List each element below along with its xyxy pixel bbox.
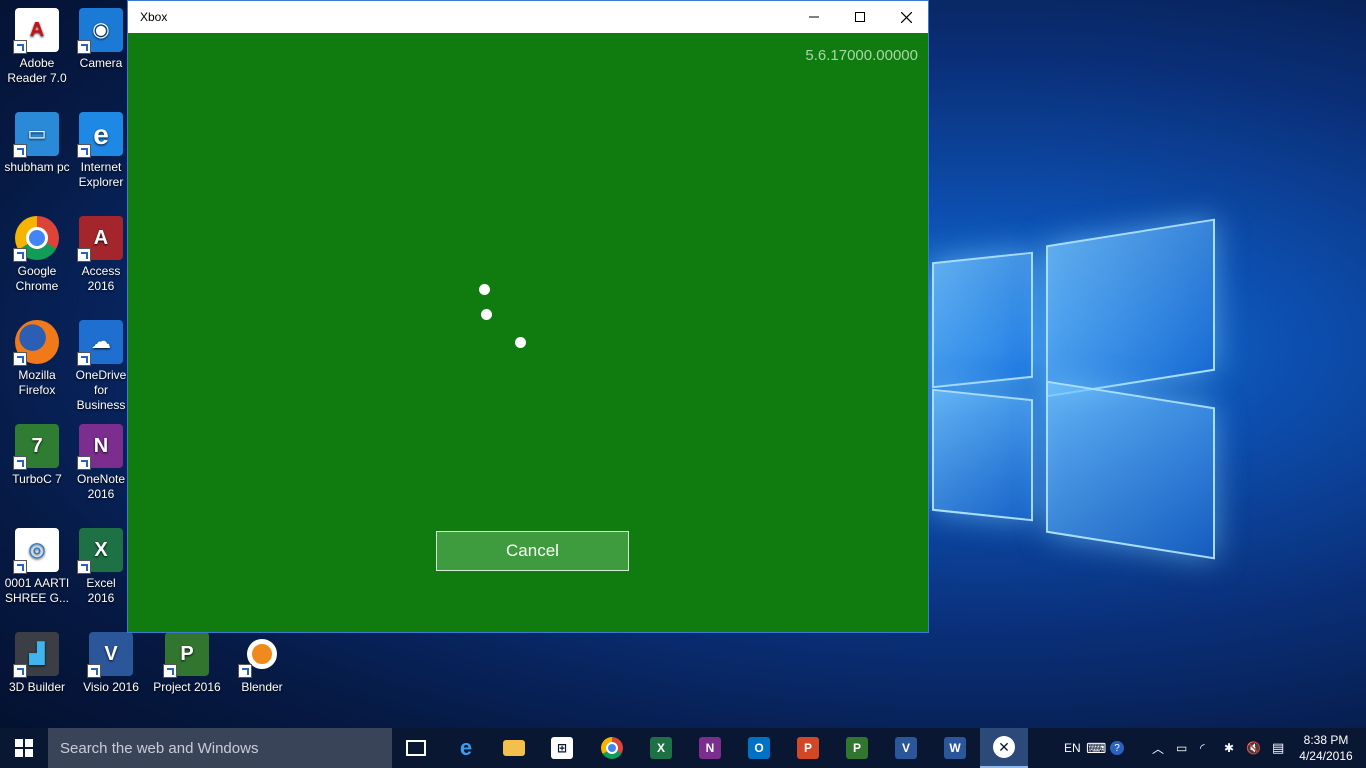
maximize-icon (855, 12, 865, 22)
chevron-up-icon[interactable]: ︿ (1152, 728, 1164, 768)
chrome-icon (601, 737, 623, 759)
windows-logo-pane (1046, 218, 1215, 398)
word-icon: W (944, 737, 966, 759)
onedrive-icon: ☁ (77, 320, 123, 366)
clock-date: 4/24/2016 (1299, 749, 1353, 763)
minimize-button[interactable] (791, 1, 837, 33)
loading-dot (481, 309, 492, 320)
taskbar-outlook[interactable]: O (735, 728, 783, 768)
taskbar-project[interactable]: P (833, 728, 881, 768)
windows-logo-pane (932, 388, 1033, 522)
project-icon: P (846, 737, 868, 759)
powerpoint-icon: P (797, 737, 819, 759)
onenote-icon: N (699, 737, 721, 759)
firefox-icon (13, 320, 59, 366)
battery-icon[interactable]: ▭ (1176, 728, 1187, 768)
edge-icon: e (459, 735, 473, 760)
desktop-icon-chrome[interactable]: Google Chrome (0, 208, 74, 294)
xbox-window: Xbox 5.6.17000.00000 Cancel (127, 0, 929, 633)
store-icon: ⊞ (551, 737, 573, 759)
title-bar[interactable]: Xbox (128, 1, 928, 33)
excel-icon: X (77, 528, 123, 574)
loading-dot (479, 284, 490, 295)
desktop-icon-onedrive[interactable]: ☁ OneDrive for Business (74, 312, 128, 413)
desktop-icon-access[interactable]: A Access 2016 (74, 208, 128, 294)
loading-dot (515, 337, 526, 348)
close-icon (900, 11, 912, 23)
turboc-icon: 7 (13, 424, 59, 470)
version-label: 5.6.17000.00000 (805, 47, 918, 64)
computer-icon: ▭ (13, 112, 59, 158)
window-title: Xbox (140, 10, 168, 24)
taskbar-excel[interactable]: X (637, 728, 685, 768)
windows-logo-pane (1046, 380, 1215, 560)
desktop-icon-document[interactable]: ◎ 0001 AARTI SHREE G... (0, 520, 74, 606)
desktop-icon-project[interactable]: P Project 2016 (150, 624, 224, 695)
taskbar-onenote[interactable]: N (686, 728, 734, 768)
3d-builder-icon: ▟ (13, 632, 59, 678)
desktop-icon-internet-explorer[interactable]: e Internet Explorer (74, 104, 128, 190)
desktop-icon-camera[interactable]: ◉ Camera (74, 0, 128, 71)
maximize-button[interactable] (837, 1, 883, 33)
internet-explorer-icon: e (77, 112, 123, 158)
start-button[interactable] (0, 728, 48, 768)
project-icon: P (163, 632, 209, 678)
desktop-icon-visio[interactable]: V Visio 2016 (74, 624, 148, 695)
volume-muted-icon[interactable]: 🔇 (1246, 728, 1261, 768)
bluetooth-icon[interactable]: ✱ (1224, 728, 1234, 768)
taskbar-word[interactable]: W (931, 728, 979, 768)
desktop-icon-adobe-reader[interactable]: A Adobe Reader 7.0 (0, 0, 74, 86)
desktop-icon-firefox[interactable]: Mozilla Firefox (0, 312, 74, 398)
wifi-icon[interactable]: ◜ (1200, 728, 1205, 768)
taskbar-visio[interactable]: V (882, 728, 930, 768)
search-box[interactable]: Search the web and Windows (48, 728, 392, 768)
blender-icon (238, 632, 284, 678)
visio-icon: V (87, 632, 133, 678)
desktop-icon-this-pc[interactable]: ▭ shubham pc (0, 104, 74, 175)
task-view-button[interactable] (392, 728, 440, 768)
taskbar-file-explorer[interactable] (490, 728, 538, 768)
taskbar: Search the web and Windows e ⊞ X N O P P… (0, 728, 1366, 768)
onenote-icon: N (77, 424, 123, 470)
task-view-icon (406, 740, 426, 756)
taskbar-chrome[interactable] (588, 728, 636, 768)
action-center-icon[interactable]: ▤ (1272, 728, 1284, 768)
windows-start-icon (15, 739, 33, 757)
chrome-icon (13, 216, 59, 262)
clock[interactable]: 8:38 PM 4/24/2016 (1294, 732, 1358, 764)
desktop-icon-excel[interactable]: X Excel 2016 (74, 520, 128, 606)
help-icon[interactable]: ? (1110, 728, 1124, 768)
cancel-button[interactable]: Cancel (436, 531, 629, 571)
visio-icon: V (895, 737, 917, 759)
keyboard-icon[interactable]: ⌨ (1086, 728, 1106, 768)
taskbar-xbox[interactable]: ✕ (980, 728, 1028, 768)
taskbar-store[interactable]: ⊞ (538, 728, 586, 768)
xbox-icon: ✕ (993, 736, 1015, 758)
desktop-icon-blender[interactable]: Blender (225, 624, 299, 695)
desktop-icon-onenote[interactable]: N OneNote 2016 (74, 416, 128, 502)
file-explorer-icon (503, 740, 525, 756)
access-icon: A (77, 216, 123, 262)
windows-logo-pane (932, 251, 1033, 389)
adobe-reader-icon: A (13, 8, 59, 54)
outlook-icon: O (748, 737, 770, 759)
desktop-icon-turboc[interactable]: 7 TurboC 7 (0, 416, 74, 487)
minimize-icon (809, 16, 819, 18)
camera-icon: ◉ (77, 8, 123, 54)
taskbar-powerpoint[interactable]: P (784, 728, 832, 768)
desktop-icon-3d-builder[interactable]: ▟ 3D Builder (0, 624, 74, 695)
close-button[interactable] (883, 1, 929, 33)
language-indicator[interactable]: EN (1064, 728, 1081, 768)
excel-icon: X (650, 737, 672, 759)
clock-time: 8:38 PM (1303, 733, 1349, 747)
document-icon: ◎ (13, 528, 59, 574)
taskbar-edge[interactable]: e (442, 728, 490, 768)
